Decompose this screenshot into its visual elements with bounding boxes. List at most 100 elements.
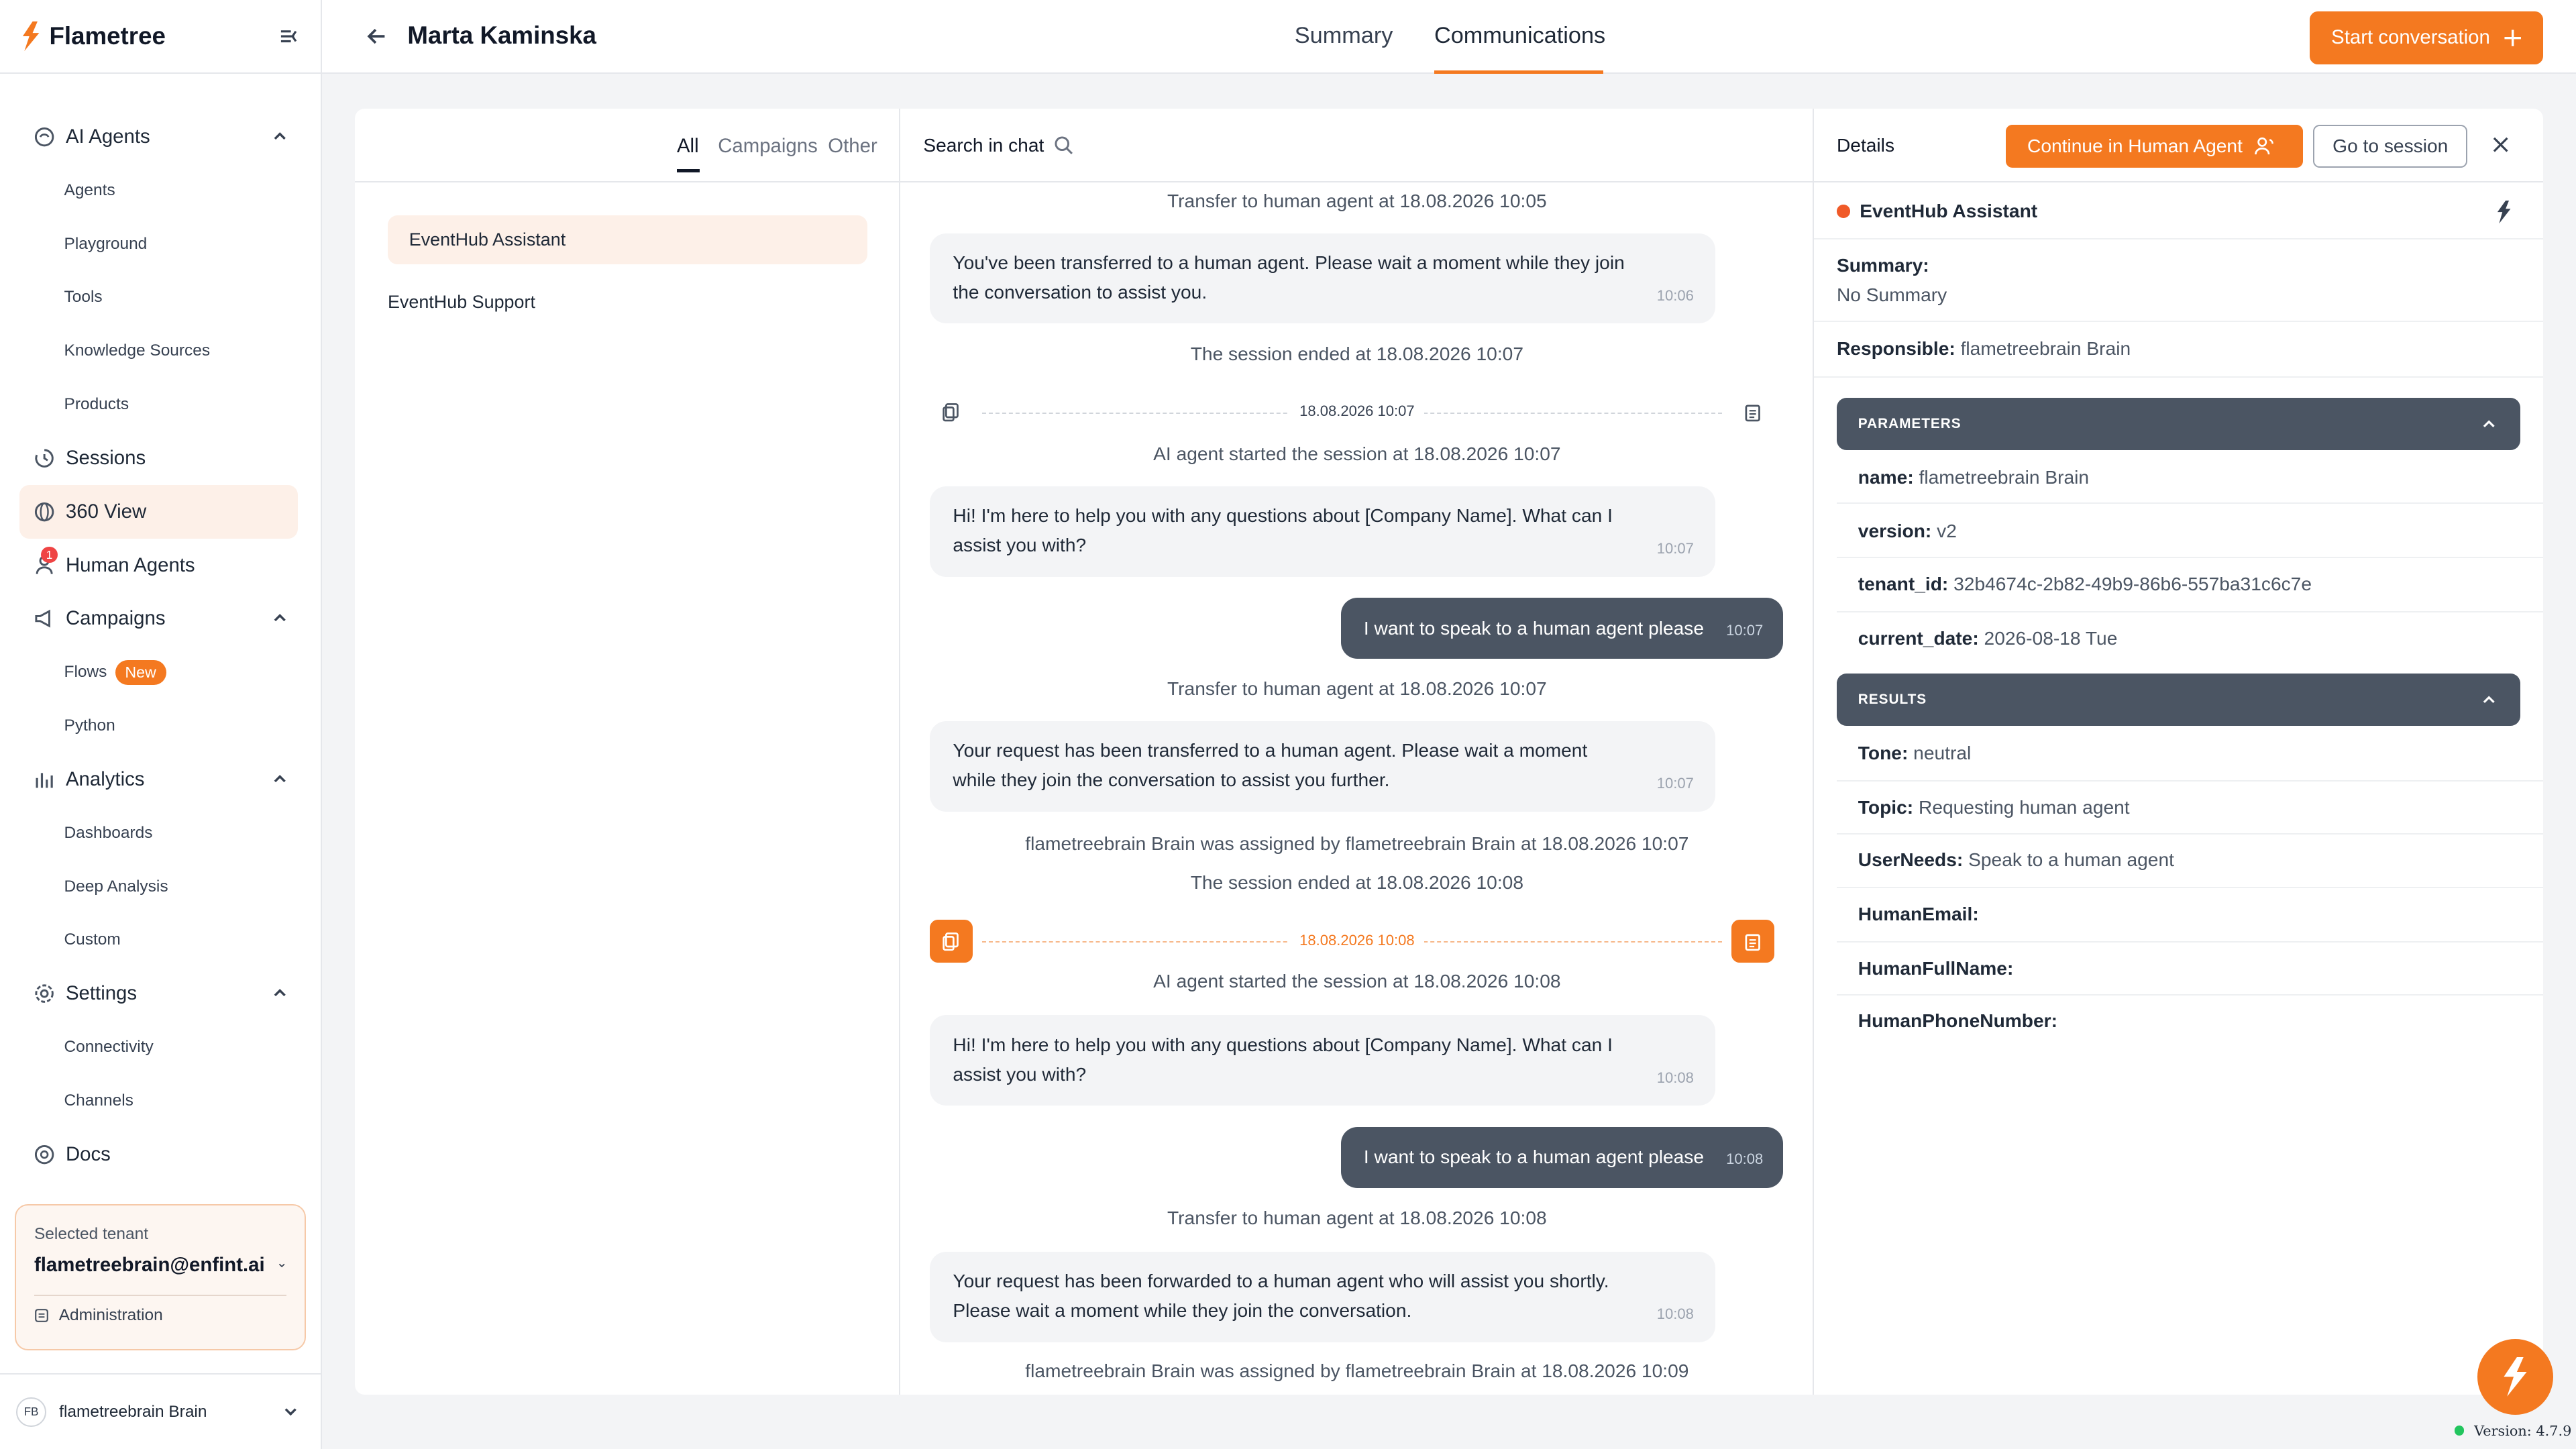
- admin-icon: [35, 1308, 48, 1322]
- chevron-up-icon[interactable]: [272, 128, 288, 144]
- list-item[interactable]: EventHub Support: [388, 278, 867, 327]
- system-message: Transfer to human agent at 18.08.2026 10…: [1167, 191, 1547, 212]
- result-row: HumanPhoneNumber:: [1858, 1010, 2057, 1032]
- sidebar-item-sessions[interactable]: Sessions: [0, 431, 321, 485]
- session-date-text: 18.08.2026 10:07: [1289, 402, 1425, 419]
- divider: [1836, 611, 2544, 613]
- message-text: Your request has been forwarded to a hum…: [953, 1271, 1609, 1322]
- message-time: 10:08: [1726, 1150, 1764, 1168]
- copy-icon[interactable]: [930, 391, 973, 434]
- system-message: flametreebrain Brain was assigned by fla…: [1025, 833, 1689, 854]
- version-indicator: Version: 4.7.9: [2454, 1423, 2571, 1439]
- sidebar-item-channels[interactable]: Channels: [0, 1074, 321, 1128]
- start-conversation-button[interactable]: Start conversation: [2310, 11, 2544, 64]
- sidebar-item-label: Human Agents: [65, 553, 195, 576]
- parameters-section-header[interactable]: PARAMETERS: [1836, 397, 2520, 450]
- divider: [1836, 780, 2544, 782]
- message-text: Your request has been transferred to a h…: [953, 740, 1588, 791]
- sidebar-item-playground[interactable]: Playground: [0, 217, 321, 271]
- filter-tab-campaigns[interactable]: Campaigns: [718, 135, 818, 158]
- clipboard-icon[interactable]: [1731, 391, 1774, 434]
- list-item[interactable]: EventHub Assistant: [387, 215, 868, 265]
- flametree-logo-icon: [23, 21, 40, 52]
- filter-tab-all[interactable]: All: [677, 135, 699, 158]
- sidebar-item-label: AI Agents: [65, 125, 150, 148]
- sessions-icon: [33, 447, 56, 470]
- summary-text: No Summary: [1836, 284, 1947, 305]
- sidebar-item-label: Docs: [65, 1142, 111, 1165]
- message-text: I want to speak to a human agent please: [1363, 617, 1705, 639]
- summary-value: No Summary: [1837, 284, 1947, 306]
- details-title: Details: [1836, 134, 1895, 156]
- message-text: I want to speak to a human agent please: [1363, 1146, 1705, 1168]
- sidebar-item-deep-analysis[interactable]: Deep Analysis: [0, 860, 321, 914]
- sidebar-item-analytics[interactable]: Analytics: [0, 753, 321, 806]
- assistant-chat-button[interactable]: [2477, 1338, 2553, 1415]
- page-title: Marta Kaminska: [407, 21, 596, 49]
- user-message: I want to speak to a human agent please …: [1340, 1127, 1783, 1188]
- sidebar-item-python[interactable]: Python: [0, 699, 321, 753]
- results-section-header[interactable]: RESULTS: [1836, 674, 2520, 727]
- session-divider: 18.08.2026 10:07: [930, 391, 1784, 434]
- system-message: AI agent started the session at 18.08.20…: [1153, 443, 1561, 465]
- search-icon: [1055, 136, 1073, 155]
- sidebar-item-360-view[interactable]: 360 View: [19, 484, 298, 539]
- user-message: I want to speak to a human agent please …: [1340, 598, 1783, 659]
- sidebar-item-agents[interactable]: Agents: [0, 164, 321, 217]
- divider: [1836, 502, 2544, 504]
- go-to-session-button[interactable]: Go to session: [2313, 125, 2468, 168]
- close-icon[interactable]: [2491, 135, 2510, 154]
- chevron-up-icon[interactable]: [272, 771, 288, 787]
- message-time: 10:08: [1656, 1305, 1694, 1323]
- sidebar-item-tools[interactable]: Tools: [0, 271, 321, 325]
- sidebar-item-products[interactable]: Products: [0, 378, 321, 431]
- result-key: HumanFullName:: [1858, 957, 2014, 979]
- sidebar-item-campaigns[interactable]: Campaigns: [0, 592, 321, 646]
- sidebar-item-connectivity[interactable]: Connectivity: [0, 1020, 321, 1074]
- divider: [1813, 320, 2544, 322]
- active-tab-indicator: [1434, 70, 1604, 74]
- sidebar-item-knowledge-sources[interactable]: Knowledge Sources: [0, 324, 321, 378]
- divider: [34, 1295, 286, 1296]
- filter-tabs: All Campaigns Other: [354, 109, 900, 182]
- parameter-row: current_date: 2026-08-18 Tue: [1858, 628, 2118, 649]
- notification-badge: 1: [41, 546, 58, 564]
- sidebar-item-custom[interactable]: Custom: [0, 914, 321, 967]
- tenant-selector[interactable]: Selected tenant flametreebrain@enfint.ai…: [15, 1204, 306, 1351]
- tab-communications[interactable]: Communications: [1434, 23, 1605, 49]
- user-menu[interactable]: FB flametreebrain Brain: [0, 1373, 322, 1449]
- gear-icon: [33, 982, 56, 1005]
- message-time: 10:07: [1726, 621, 1764, 639]
- copy-icon[interactable]: [930, 920, 973, 963]
- result-value: neutral: [1913, 742, 1972, 763]
- sidebar-item-dashboards[interactable]: Dashboards: [0, 806, 321, 860]
- sidebar: Flametree AI Agents Agents Playground To…: [0, 0, 322, 1449]
- chevron-up-icon[interactable]: [272, 985, 288, 1001]
- clipboard-icon[interactable]: [1731, 920, 1774, 963]
- new-badge: New: [115, 659, 166, 685]
- sidebar-item-label: Analytics: [65, 767, 145, 790]
- administration-link[interactable]: Administration: [34, 1306, 286, 1325]
- back-arrow-icon[interactable]: [365, 25, 388, 48]
- filter-tab-other[interactable]: Other: [828, 135, 877, 158]
- tab-summary[interactable]: Summary: [1295, 23, 1393, 49]
- session-date: 18.08.2026 10:08: [930, 931, 1784, 949]
- sidebar-item-docs[interactable]: Docs: [0, 1128, 321, 1181]
- continue-in-human-agent-button[interactable]: Continue in Human Agent: [2006, 125, 2304, 168]
- sidebar-item-flows[interactable]: Flows New: [0, 645, 321, 699]
- result-key: Tone:: [1858, 742, 1909, 763]
- sidebar-item-human-agents[interactable]: 1 Human Agents: [0, 539, 321, 592]
- collapse-sidebar-icon[interactable]: [278, 25, 301, 48]
- chevron-up-icon[interactable]: [272, 610, 288, 626]
- sidebar-item-settings[interactable]: Settings: [0, 967, 321, 1020]
- app-name: Flametree: [49, 22, 166, 50]
- flametree-logo-icon[interactable]: [2494, 200, 2514, 224]
- result-key: HumanEmail:: [1858, 903, 1979, 924]
- chevron-up-icon: [2483, 696, 2495, 704]
- sidebar-item-ai-agents[interactable]: AI Agents: [0, 110, 321, 164]
- search-in-chat[interactable]: Search in chat: [923, 135, 1073, 156]
- message-time: 10:07: [1656, 775, 1694, 792]
- tenant-dropdown[interactable]: flametreebrain@enfint.ai: [34, 1254, 286, 1277]
- param-value: v2: [1937, 521, 1957, 542]
- divider: [1836, 833, 2544, 835]
